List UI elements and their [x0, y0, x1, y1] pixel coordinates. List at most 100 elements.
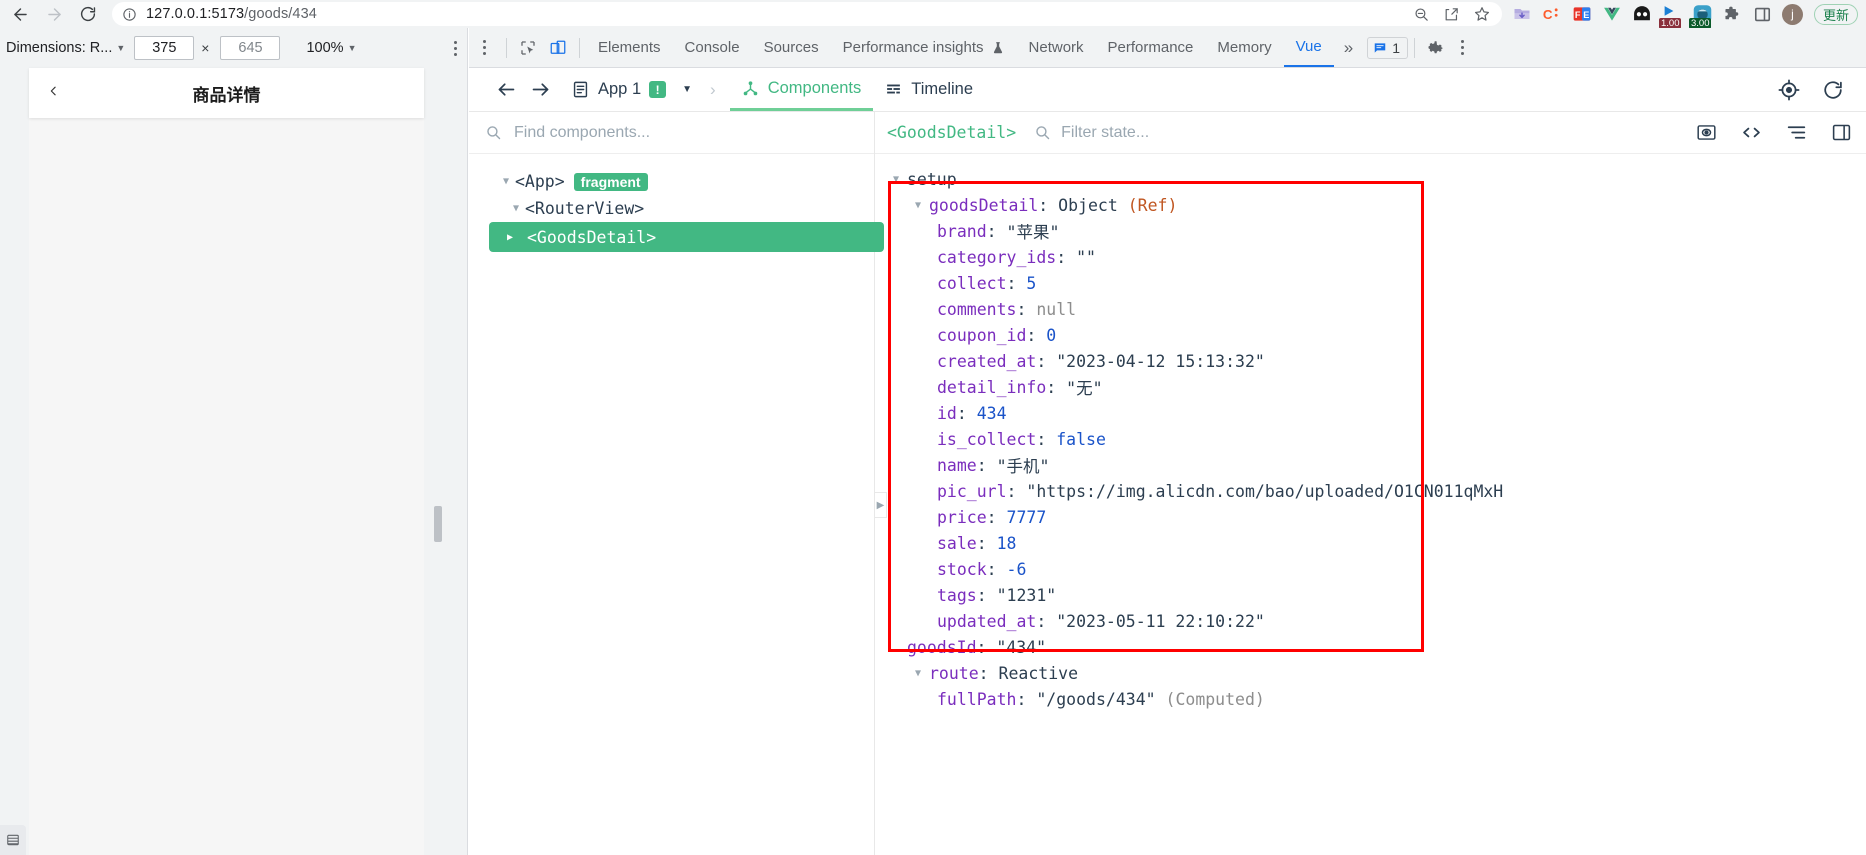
state-row[interactable]: name: "手机"	[875, 452, 1866, 478]
page-header: 商品详情	[29, 68, 424, 118]
state-row-fullpath[interactable]: fullPath: "/goods/434" (Computed)	[875, 686, 1866, 712]
tree-node-app[interactable]: ▼ <App> fragment	[487, 168, 874, 195]
collapse-all-icon[interactable]	[1786, 122, 1807, 143]
state-type: Reactive	[998, 663, 1079, 683]
bookmark-star-icon[interactable]	[1472, 4, 1492, 24]
tab-overflow-icon[interactable]: »	[1334, 28, 1363, 67]
tab-performance-insights[interactable]: Performance insights	[831, 28, 1017, 67]
zoom-level-label[interactable]: 100%	[306, 40, 343, 56]
tab-elements[interactable]: Elements	[586, 28, 673, 67]
tab-vue[interactable]: Vue	[1283, 28, 1334, 67]
arrow-left-icon[interactable]	[489, 75, 523, 105]
state-row[interactable]: category_ids: ""	[875, 244, 1866, 270]
device-toolbar-icon[interactable]	[543, 34, 573, 62]
target-select-icon[interactable]	[1778, 79, 1800, 101]
tab-components[interactable]: Components	[729, 68, 874, 111]
chevron-down-icon[interactable]: ▼	[507, 203, 525, 214]
chevron-right-icon[interactable]: ▶	[501, 232, 519, 243]
reload-icon[interactable]	[72, 1, 104, 27]
state-row-goodsid[interactable]: goodsId: "434"	[875, 634, 1866, 660]
tree-node-routerview[interactable]: ▼ <RouterView>	[487, 195, 874, 222]
ext-badge-2: 3.00	[1688, 17, 1712, 29]
info-icon[interactable]	[122, 7, 137, 22]
chevron-down-icon[interactable]: ▼	[885, 174, 907, 185]
filter-state-input[interactable]: Filter state...	[1061, 124, 1149, 142]
momentum-icon[interactable]	[1632, 4, 1653, 25]
dimensions-label[interactable]: Dimensions: R...	[6, 40, 112, 56]
back-chevron-icon[interactable]	[47, 80, 60, 106]
address-bar[interactable]: 127.0.0.1:5173/goods/434	[112, 2, 1502, 26]
state-row[interactable]: sale: 18	[875, 530, 1866, 556]
eye-inspect-icon[interactable]	[1696, 122, 1717, 143]
share-icon[interactable]	[1442, 4, 1462, 24]
tab-memory[interactable]: Memory	[1205, 28, 1283, 67]
viewport-resize-handle[interactable]	[434, 506, 442, 542]
chevron-down-icon[interactable]: ▼	[907, 668, 929, 679]
issues-button[interactable]: 1	[1367, 36, 1408, 59]
state-row[interactable]: is_collect: false	[875, 426, 1866, 452]
tab-sources[interactable]: Sources	[752, 28, 831, 67]
issues-message-icon	[1373, 41, 1387, 55]
refresh-icon[interactable]	[1822, 79, 1844, 101]
more-options-icon[interactable]	[454, 40, 457, 56]
console-drawer-icon[interactable]	[0, 825, 26, 855]
clickup-icon[interactable]: C	[1542, 4, 1563, 25]
state-row[interactable]: brand: "苹果"	[875, 218, 1866, 244]
state-row[interactable]: coupon_id: 0	[875, 322, 1866, 348]
state-row[interactable]: price: 7777	[875, 504, 1866, 530]
issues-count: 1	[1392, 39, 1400, 56]
octotree-icon[interactable]: 3.00	[1688, 4, 1713, 29]
more-vertical-icon[interactable]	[1460, 40, 1464, 55]
tab-timeline[interactable]: Timeline	[873, 68, 985, 111]
state-row[interactable]: tags: "1231"	[875, 582, 1866, 608]
devtools-more-icon[interactable]	[483, 40, 486, 55]
chevron-down-icon[interactable]: ▼	[116, 43, 125, 53]
code-brackets-icon[interactable]	[1741, 122, 1762, 143]
chevron-down-icon[interactable]: ▼	[682, 84, 692, 95]
back-icon[interactable]	[4, 1, 36, 27]
find-components-row[interactable]: Find components...	[469, 112, 874, 154]
zoom-out-icon[interactable]	[1412, 4, 1432, 24]
state-row[interactable]: collect: 5	[875, 270, 1866, 296]
state-row-route[interactable]: ▼ route: Reactive	[875, 660, 1866, 686]
state-row[interactable]: updated_at: "2023-05-11 22:10:22"	[875, 608, 1866, 634]
state-group-setup[interactable]: ▼ setup	[875, 166, 1866, 192]
gear-icon[interactable]	[1421, 34, 1451, 62]
tree-node-goodsdetail[interactable]: ▶ <GoodsDetail>	[489, 222, 884, 252]
state-row[interactable]: id: 434	[875, 400, 1866, 426]
chevron-down-icon[interactable]: ▼	[907, 200, 929, 211]
find-components-input[interactable]: Find components...	[514, 124, 650, 142]
state-row[interactable]: detail_info: "无"	[875, 374, 1866, 400]
collapse-panel-handle[interactable]: ▶	[875, 492, 887, 518]
sidepanel-icon[interactable]	[1752, 4, 1773, 25]
tab-performance-insights-label: Performance insights	[842, 39, 984, 56]
vue-devtools-icon[interactable]	[1602, 4, 1623, 25]
video-speed-icon[interactable]: 1.00	[1658, 4, 1683, 29]
update-button[interactable]: 更新	[1813, 3, 1858, 25]
height-input[interactable]: 645	[220, 36, 281, 60]
state-row[interactable]: pic_url: "https://img.alicdn.com/bao/upl…	[875, 478, 1866, 504]
tab-network[interactable]: Network	[1017, 28, 1096, 67]
width-input[interactable]: 375	[134, 36, 195, 60]
state-toolbar	[1696, 122, 1866, 143]
zoom-chevron-down-icon[interactable]: ▼	[348, 43, 357, 53]
state-row[interactable]: comments: null	[875, 296, 1866, 322]
puzzle-extensions-icon[interactable]	[1722, 4, 1743, 25]
forward-icon[interactable]	[38, 1, 70, 27]
state-row[interactable]: created_at: "2023-04-12 15:13:32"	[875, 348, 1866, 374]
app-selector[interactable]: App 1 ! ▼	[571, 80, 692, 99]
arrow-right-icon[interactable]	[523, 75, 557, 105]
state-row-goodsdetail[interactable]: ▼ goodsDetail : Object (Ref)	[875, 192, 1866, 218]
download-folder-icon[interactable]	[1512, 4, 1533, 25]
state-row[interactable]: stock: -6	[875, 556, 1866, 582]
fe-helper-icon[interactable]: FE	[1572, 4, 1593, 25]
state-value: "2023-04-12 15:13:32"	[1056, 351, 1265, 371]
component-tree: ▼ <App> fragment ▼ <RouterView> ▶ <Goods…	[469, 154, 884, 252]
state-header-row: <GoodsDetail> Filter state...	[875, 112, 1866, 154]
inspect-element-icon[interactable]	[513, 34, 543, 62]
avatar[interactable]: j	[1781, 3, 1803, 25]
tab-performance[interactable]: Performance	[1096, 28, 1206, 67]
chevron-down-icon[interactable]: ▼	[497, 176, 515, 187]
open-panel-icon[interactable]	[1831, 122, 1852, 143]
tab-console[interactable]: Console	[673, 28, 752, 67]
